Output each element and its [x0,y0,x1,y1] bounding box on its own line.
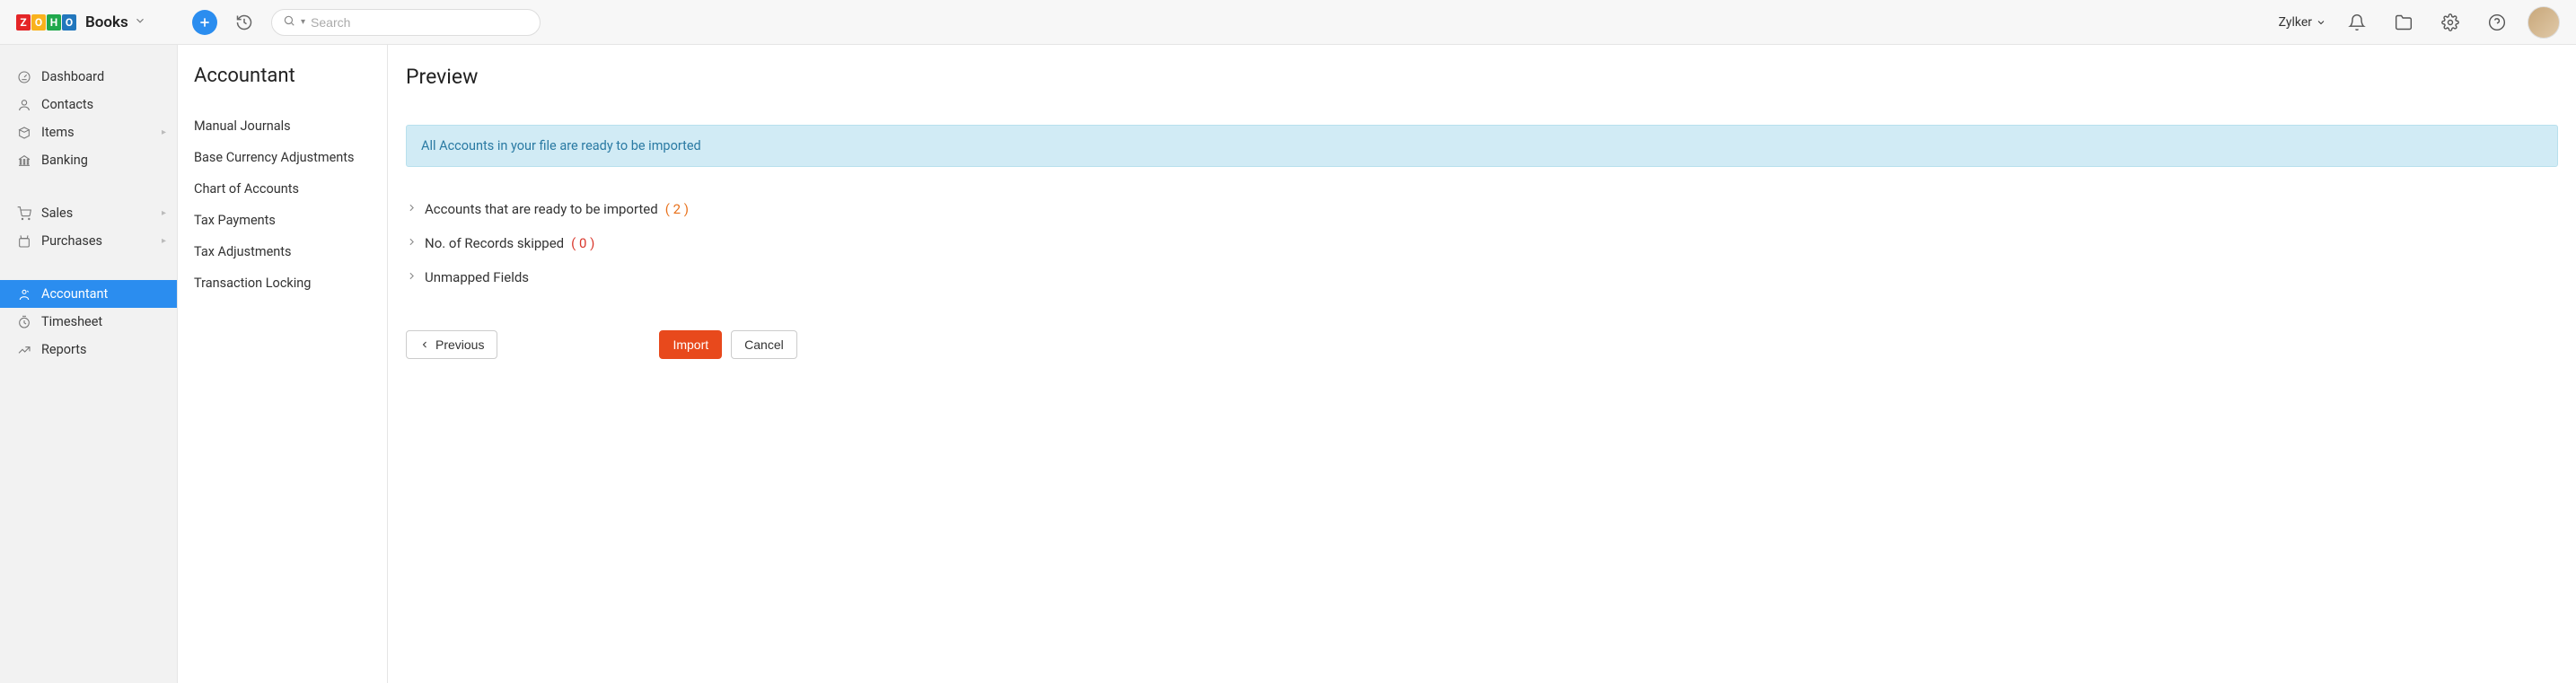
search-input[interactable] [311,15,529,30]
app-switcher[interactable]: ZOHO Books [16,13,178,31]
previous-button[interactable]: Previous [406,330,497,359]
purchases-icon [16,234,32,249]
nav-label: Timesheet [41,314,102,329]
nav-item-reports[interactable]: Reports [0,336,177,363]
recent-activity-button[interactable] [232,10,257,35]
nav-label: Items [41,125,75,140]
subnav-item-transaction-locking[interactable]: Transaction Locking [194,267,371,299]
info-banner: All Accounts in your file are ready to b… [406,125,2558,167]
secondary-nav: Accountant Manual JournalsBase Currency … [178,45,388,683]
settings-button[interactable] [2434,6,2466,39]
preview-row-label: Unmapped Fields [425,269,529,285]
preview-row-count: ( 2 ) [665,201,689,217]
preview-row-count: ( 0 ) [571,235,594,251]
nav-label: Purchases [41,233,102,249]
timesheet-icon [16,315,32,329]
nav-label: Reports [41,342,87,357]
nav-label: Sales [41,206,73,221]
sales-icon [16,206,32,221]
quick-add-button[interactable] [192,10,217,35]
preview-row[interactable]: Accounts that are ready to be imported (… [406,192,2558,226]
preview-row-label: No. of Records skipped [425,235,564,251]
product-name: Books [85,13,128,31]
preview-row[interactable]: Unmapped Fields [406,260,2558,294]
nav-item-accountant[interactable]: Accountant [0,280,177,308]
page-title: Preview [406,65,2558,89]
subnav-item-manual-journals[interactable]: Manual Journals [194,110,371,142]
notifications-button[interactable] [2341,6,2373,39]
search-container: ▾ [271,9,541,36]
import-label: Import [673,337,708,352]
nav-item-contacts[interactable]: Contacts [0,91,177,118]
chevron-left-icon [419,339,430,350]
banking-icon [16,153,32,168]
items-icon [16,126,32,140]
subnav-item-base-currency-adjustments[interactable]: Base Currency Adjustments [194,142,371,173]
chevron-right-icon: ▸ [162,208,166,218]
accountant-icon [16,287,32,302]
nav-item-dashboard[interactable]: Dashboard [0,63,177,91]
preview-row-label: Accounts that are ready to be imported [425,201,658,217]
nav-item-banking[interactable]: Banking [0,146,177,174]
chevron-right-icon: ▸ [162,127,166,137]
primary-nav: DashboardContactsItems▸Banking Sales▸Pur… [0,45,178,683]
topbar: ZOHO Books ▾ Zylker [0,0,2576,45]
org-name: Zylker [2279,15,2312,30]
subnav-item-tax-adjustments[interactable]: Tax Adjustments [194,236,371,267]
reports-icon [16,343,32,357]
dashboard-icon [16,70,32,84]
chevron-down-icon [134,14,146,31]
user-avatar[interactable] [2528,6,2560,39]
secondary-nav-title: Accountant [194,65,371,87]
contacts-icon [16,98,32,112]
files-button[interactable] [2387,6,2420,39]
cancel-label: Cancel [744,337,784,352]
nav-item-sales[interactable]: Sales ▸ [0,199,177,227]
cancel-button[interactable]: Cancel [731,330,797,359]
nav-label: Banking [41,153,88,168]
previous-label: Previous [435,337,484,352]
search-icon [283,14,295,31]
search-box[interactable]: ▾ [271,9,541,36]
import-button[interactable]: Import [659,330,722,359]
nav-label: Accountant [41,286,108,302]
zoho-logo: ZOHO [16,14,76,31]
subnav-item-chart-of-accounts[interactable]: Chart of Accounts [194,173,371,205]
chevron-right-icon: ▸ [162,236,166,246]
nav-item-items[interactable]: Items ▸ [0,118,177,146]
nav-item-purchases[interactable]: Purchases ▸ [0,227,177,255]
org-switcher[interactable]: Zylker [2279,15,2326,30]
subnav-item-tax-payments[interactable]: Tax Payments [194,205,371,236]
action-buttons: Previous Import Cancel [406,330,2558,359]
nav-item-timesheet[interactable]: Timesheet [0,308,177,336]
search-scope-caret-icon[interactable]: ▾ [301,17,305,27]
main-content: Preview All Accounts in your file are re… [388,45,2576,683]
chevron-right-icon [406,269,418,285]
chevron-right-icon [406,201,418,217]
chevron-right-icon [406,235,418,251]
help-button[interactable] [2481,6,2513,39]
preview-row[interactable]: No. of Records skipped ( 0 ) [406,226,2558,260]
nav-label: Contacts [41,97,93,112]
chevron-down-icon [2316,17,2326,28]
nav-label: Dashboard [41,69,104,84]
